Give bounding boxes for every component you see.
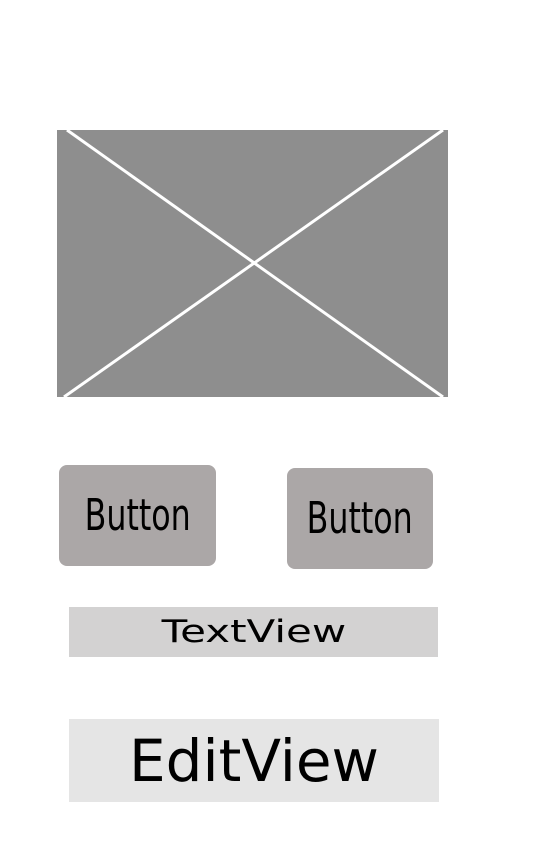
button-2-label: Button (306, 492, 414, 544)
button-1-label: Button (84, 489, 191, 541)
image-placeholder-icon (63, 130, 444, 397)
textview-text: TextView (161, 614, 346, 650)
image-placeholder (57, 130, 448, 397)
button-1[interactable]: Button (59, 465, 216, 566)
button-2[interactable]: Button (287, 468, 433, 569)
textview: TextView (69, 607, 438, 657)
editview-field[interactable]: EditView (69, 719, 439, 802)
editview-text: EditView (129, 726, 379, 795)
